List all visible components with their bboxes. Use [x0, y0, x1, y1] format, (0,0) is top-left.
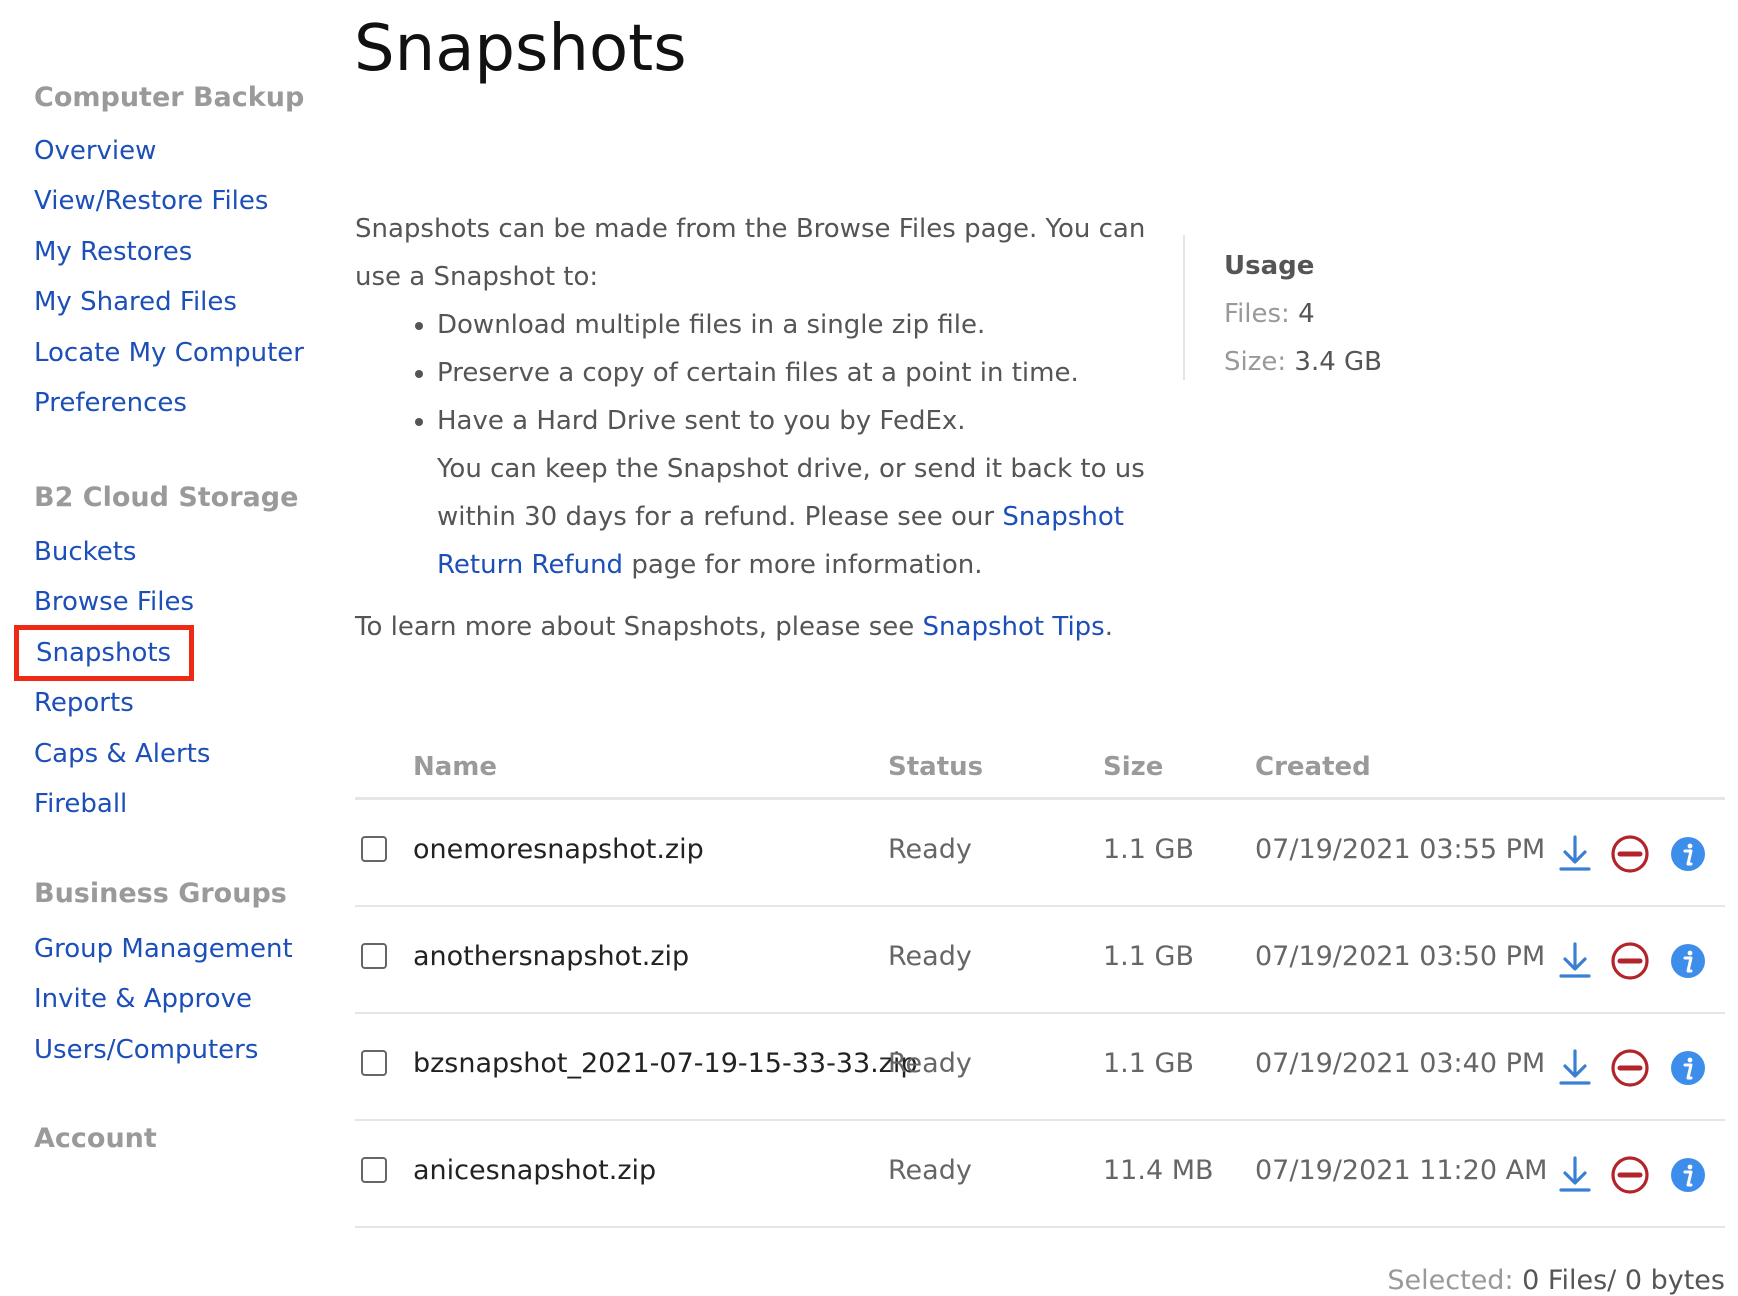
column-header-size[interactable]: Size — [1103, 752, 1163, 782]
column-header-status[interactable]: Status — [888, 752, 983, 782]
snapshot-status: Ready — [888, 941, 972, 972]
delete-icon[interactable] — [1610, 834, 1650, 874]
bullet-hard-drive: Have a Hard Drive sent to you by FedEx. … — [437, 397, 1155, 589]
snapshots-table: Name Status Size Created onemoresnapshot… — [355, 752, 1725, 1228]
selection-bytes: 0 bytes — [1624, 1265, 1725, 1296]
info-icon[interactable] — [1668, 1155, 1708, 1195]
download-icon[interactable] — [1555, 1155, 1595, 1195]
sidebar-heading-account: Account — [34, 1123, 157, 1154]
column-header-name[interactable]: Name — [413, 752, 497, 782]
sidebar-item-overview[interactable]: Overview — [34, 134, 156, 168]
snapshot-name: bzsnapshot_2021-07-19-15-33-33.zip — [413, 1048, 918, 1079]
sidebar-item-reports[interactable]: Reports — [34, 686, 134, 720]
intro-line: Snapshots can be made from the Browse Fi… — [355, 214, 1146, 292]
snapshot-tips-link[interactable]: Snapshot Tips — [923, 612, 1105, 642]
snapshot-created: 07/19/2021 11:20 AM — [1255, 1155, 1548, 1186]
snapshot-created: 07/19/2021 03:50 PM — [1255, 941, 1546, 972]
learn-more-text: To learn more about Snapshots, please se… — [355, 612, 915, 642]
info-icon[interactable] — [1668, 1048, 1708, 1088]
snapshot-uses-list: Download multiple files in a single zip … — [355, 301, 1155, 589]
sidebar: Computer Backup Overview View/Restore Fi… — [0, 0, 330, 1295]
usage-files-value: 4 — [1298, 299, 1315, 329]
snapshot-size: 1.1 GB — [1103, 834, 1194, 865]
sidebar-item-users-computers[interactable]: Users/Computers — [34, 1033, 258, 1067]
page-title: Snapshots — [354, 12, 687, 86]
snapshot-name: onemoresnapshot.zip — [413, 834, 704, 865]
snapshot-created: 07/19/2021 03:40 PM — [1255, 1048, 1546, 1079]
snapshot-size: 11.4 MB — [1103, 1155, 1214, 1186]
snapshot-name: anicesnapshot.zip — [413, 1155, 657, 1186]
sidebar-heading-computer-backup: Computer Backup — [34, 82, 305, 113]
download-icon[interactable] — [1555, 1048, 1595, 1088]
table-row: onemoresnapshot.zip Ready 1.1 GB 07/19/2… — [355, 800, 1725, 907]
usage-size-label: Size: — [1224, 347, 1287, 377]
learn-more-period: . — [1104, 612, 1113, 642]
table-row: anothersnapshot.zip Ready 1.1 GB 07/19/2… — [355, 907, 1725, 1014]
usage-files-label: Files: — [1224, 299, 1290, 329]
download-icon[interactable] — [1555, 941, 1595, 981]
snapshot-size: 1.1 GB — [1103, 1048, 1194, 1079]
download-icon[interactable] — [1555, 834, 1595, 874]
table-row: bzsnapshot_2021-07-19-15-33-33.zip Ready… — [355, 1014, 1725, 1121]
sidebar-item-buckets[interactable]: Buckets — [34, 535, 136, 569]
snapshot-size: 1.1 GB — [1103, 941, 1194, 972]
table-header: Name Status Size Created — [355, 752, 1725, 800]
snapshot-created: 07/19/2021 03:55 PM — [1255, 834, 1546, 865]
row-checkbox[interactable] — [361, 1050, 387, 1076]
row-checkbox[interactable] — [361, 836, 387, 862]
row-checkbox[interactable] — [361, 943, 387, 969]
snapshot-status: Ready — [888, 834, 972, 865]
snapshot-status: Ready — [888, 1155, 972, 1186]
sidebar-item-browse-files[interactable]: Browse Files — [34, 585, 194, 619]
usage-title: Usage — [1224, 251, 1315, 281]
intro-text: Snapshots can be made from the Browse Fi… — [355, 205, 1155, 589]
sidebar-heading-b2-cloud-storage: B2 Cloud Storage — [34, 482, 299, 513]
snapshot-status: Ready — [888, 1048, 972, 1079]
delete-icon[interactable] — [1610, 1155, 1650, 1195]
sidebar-item-group-management[interactable]: Group Management — [34, 932, 293, 966]
bullet-hard-drive-text: Have a Hard Drive sent to you by FedEx. — [437, 406, 966, 436]
sidebar-item-fireball[interactable]: Fireball — [34, 787, 127, 821]
row-checkbox[interactable] — [361, 1157, 387, 1183]
info-icon[interactable] — [1668, 834, 1708, 874]
bullet-hard-drive-detail-end: page for more information. — [631, 550, 983, 580]
selection-summary: Selected: 0 Files/ 0 bytes — [1387, 1265, 1725, 1296]
sidebar-item-my-shared-files[interactable]: My Shared Files — [34, 285, 237, 319]
usage-panel: Usage Files: 4 Size: 3.4 GB — [1224, 242, 1382, 386]
delete-icon[interactable] — [1610, 1048, 1650, 1088]
sidebar-heading-business-groups: Business Groups — [34, 878, 287, 909]
selection-label: Selected: — [1387, 1265, 1514, 1296]
sidebar-item-preferences[interactable]: Preferences — [34, 386, 187, 420]
sidebar-item-caps-alerts[interactable]: Caps & Alerts — [34, 737, 210, 771]
sidebar-item-invite-approve[interactable]: Invite & Approve — [34, 982, 252, 1016]
usage-size-value: 3.4 GB — [1294, 347, 1383, 377]
column-header-created[interactable]: Created — [1255, 752, 1371, 782]
sidebar-item-locate-my-computer[interactable]: Locate My Computer — [34, 336, 304, 370]
table-row: anicesnapshot.zip Ready 11.4 MB 07/19/20… — [355, 1121, 1725, 1228]
snapshot-name: anothersnapshot.zip — [413, 941, 690, 972]
sidebar-item-my-restores[interactable]: My Restores — [34, 235, 192, 269]
info-icon[interactable] — [1668, 941, 1708, 981]
selection-files: 0 Files/ — [1522, 1265, 1617, 1296]
usage-divider — [1183, 235, 1185, 380]
bullet-preserve: Preserve a copy of certain files at a po… — [437, 349, 1155, 397]
sidebar-item-snapshots[interactable]: Snapshots — [14, 625, 195, 681]
delete-icon[interactable] — [1610, 941, 1650, 981]
learn-more: To learn more about Snapshots, please se… — [355, 612, 1113, 642]
bullet-download: Download multiple files in a single zip … — [437, 301, 1155, 349]
sidebar-item-view-restore-files[interactable]: View/Restore Files — [34, 184, 268, 218]
